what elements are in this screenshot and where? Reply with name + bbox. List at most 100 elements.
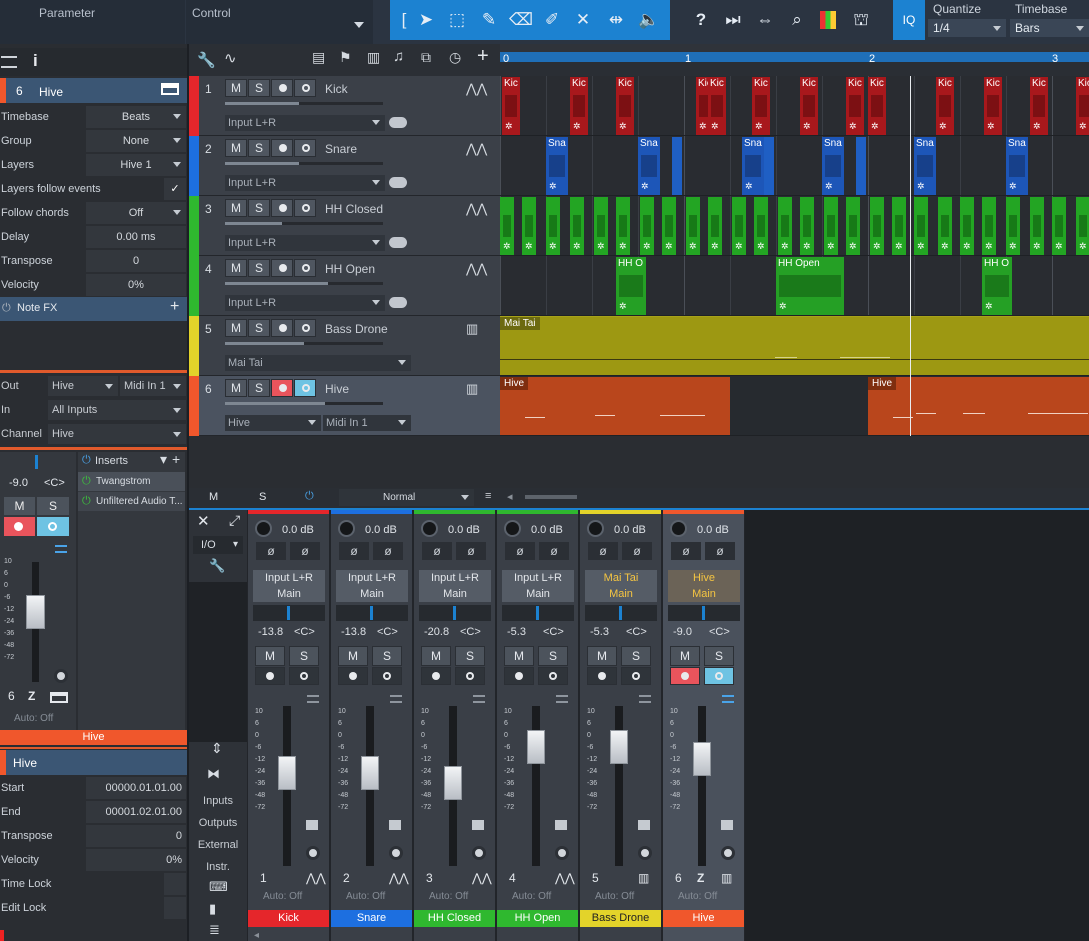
phase-invert-right-button[interactable]: ø	[456, 542, 486, 560]
pencil-tool-icon[interactable]: ✎	[478, 9, 500, 31]
audio-clip[interactable]: HH Open ✲	[776, 257, 844, 315]
automation-icon[interactable]: Z	[697, 871, 704, 885]
listen-tool-icon[interactable]: 🔈	[638, 9, 660, 31]
mixer-mode-select[interactable]: Normal	[339, 489, 474, 506]
power-icon[interactable]: ⏻	[82, 454, 91, 467]
property-value[interactable]: 0	[86, 250, 186, 272]
input-select[interactable]: Hive	[225, 415, 321, 431]
clip-gear-icon[interactable]: ✲	[1055, 241, 1063, 252]
clip-gear-icon[interactable]: ✲	[549, 241, 557, 252]
power-icon[interactable]: ⏻	[2, 302, 11, 315]
send-knob[interactable]	[306, 846, 320, 860]
clip-gear-icon[interactable]: ✲	[757, 241, 765, 252]
clip-gear-icon[interactable]: ✲	[1009, 241, 1017, 252]
monitor-button[interactable]	[704, 667, 734, 685]
record-arm-button[interactable]	[271, 319, 293, 337]
phase-invert-button[interactable]: ø	[339, 542, 369, 560]
scrollbar[interactable]	[525, 495, 577, 499]
clip-gear-icon[interactable]: ✲	[711, 121, 719, 132]
automation-curve-icon[interactable]: ∿	[224, 49, 237, 67]
clip-gear-icon[interactable]: ✲	[755, 121, 763, 132]
clip-gear-icon[interactable]: ✲	[827, 241, 835, 252]
input-route[interactable]: Input L+R	[253, 570, 325, 586]
audio-clip[interactable]: Kic ✲	[800, 77, 818, 135]
chord-track-icon[interactable]: ♫	[393, 48, 404, 65]
output-route[interactable]: Main	[419, 586, 491, 602]
input-route[interactable]: Hive	[668, 570, 740, 586]
clip-gear-icon[interactable]: ✲	[641, 181, 649, 192]
audio-clip[interactable]: ✲	[546, 197, 560, 255]
clip-gear-icon[interactable]: ✲	[781, 241, 789, 252]
clip-hive-1[interactable]: Hive	[500, 377, 730, 435]
input-gain-knob[interactable]	[255, 520, 272, 537]
record-arm-button[interactable]	[670, 667, 700, 685]
clip-gear-icon[interactable]: ✲	[665, 241, 673, 252]
mute-button[interactable]: M	[587, 646, 617, 666]
automation-mode[interactable]: Auto: Off	[678, 891, 717, 902]
clip-gear-icon[interactable]: ✲	[985, 241, 993, 252]
channel-name[interactable]: Snare	[331, 910, 412, 927]
event-header[interactable]: Hive	[0, 750, 187, 775]
clip-gear-icon[interactable]: ✲	[895, 241, 903, 252]
audio-clip[interactable]: Kic ✲	[846, 77, 864, 135]
audio-clip[interactable]	[672, 137, 682, 195]
out-port-select[interactable]: Midi In 1	[120, 376, 186, 396]
pan-slider[interactable]	[419, 605, 491, 621]
automation-icon[interactable]: Z	[28, 689, 35, 703]
monitor-toggle[interactable]	[389, 177, 407, 188]
mixer-view-button[interactable]: Inputs	[193, 792, 243, 810]
clip-gear-icon[interactable]: ✲	[643, 241, 651, 252]
track-snare[interactable]: 2 M S Snare ⋀⋀ Input L+R	[189, 136, 500, 196]
pan-slider[interactable]	[502, 605, 574, 621]
search-icon[interactable]: ⌕	[786, 9, 808, 31]
clip-gear-icon[interactable]: ✲	[1079, 121, 1087, 132]
in-select[interactable]: All Inputs	[48, 400, 186, 420]
instrument-select[interactable]: Mai Tai	[225, 355, 411, 371]
checkbox[interactable]	[164, 873, 186, 895]
send-knob[interactable]	[638, 846, 652, 860]
resize-vertical-icon[interactable]: ⇕	[211, 740, 223, 757]
expand-icon[interactable]: ⤢	[229, 512, 240, 529]
audio-clip[interactable]: ✲	[754, 197, 768, 255]
inspector-track-header[interactable]: 6 Hive	[0, 78, 187, 103]
clip-gear-icon[interactable]: ✲	[779, 301, 787, 312]
audio-clip[interactable]: Kic ✲	[868, 77, 886, 135]
phase-invert-right-button[interactable]: ø	[373, 542, 403, 560]
eraser-tool-icon[interactable]: ⌫	[509, 9, 533, 31]
channel-strip-snare[interactable]: 0.0 dB ø ø Input L+R Main -13.8 <C> M S …	[331, 510, 412, 941]
solo-button[interactable]: S	[248, 139, 270, 157]
mute-button[interactable]: M	[670, 646, 700, 666]
input-gain-knob[interactable]	[670, 520, 687, 537]
volume-fader[interactable]	[527, 730, 545, 764]
out-select[interactable]: Hive	[48, 376, 118, 396]
phase-invert-button[interactable]: ø	[256, 542, 286, 560]
audio-clip[interactable]: ✲	[824, 197, 838, 255]
phase-invert-button[interactable]: ø	[588, 542, 618, 560]
solo-button[interactable]: S	[248, 259, 270, 277]
track-name[interactable]: Bass Drone	[325, 322, 388, 336]
track-name[interactable]: HH Closed	[325, 202, 383, 216]
menu-icon[interactable]	[1, 56, 17, 68]
autoscroll-icon[interactable]: ⛫	[850, 9, 872, 31]
track-volume-fader[interactable]	[225, 222, 383, 225]
clip-gear-icon[interactable]: ✲	[917, 181, 925, 192]
record-arm-button[interactable]	[271, 379, 293, 397]
audio-clip[interactable]: Sna ✲	[546, 137, 568, 195]
audio-clip[interactable]: Kic ✲	[752, 77, 770, 135]
clip-gear-icon[interactable]: ✲	[1033, 121, 1041, 132]
tempo-icon[interactable]: ◷	[449, 49, 461, 66]
solo-button[interactable]: S	[248, 79, 270, 97]
record-arm-button[interactable]	[504, 667, 534, 685]
phase-invert-button[interactable]: ø	[671, 542, 701, 560]
monitor-button[interactable]	[294, 319, 316, 337]
mute-button[interactable]: M	[255, 646, 285, 666]
track-bass-drone[interactable]: 5 M S Bass Drone ▥ Mai Tai	[189, 316, 500, 376]
input-select[interactable]: Input L+R	[225, 295, 385, 311]
io-toggle[interactable]: I/O ▾	[193, 536, 243, 554]
pan-slider[interactable]	[253, 605, 325, 621]
mute-all-button[interactable]: M	[209, 491, 218, 503]
input-route[interactable]: Input L+R	[502, 570, 574, 586]
power-icon[interactable]: ⏻	[305, 490, 314, 503]
audio-clip[interactable]: ✲	[778, 197, 792, 255]
monitor-button[interactable]	[294, 79, 316, 97]
